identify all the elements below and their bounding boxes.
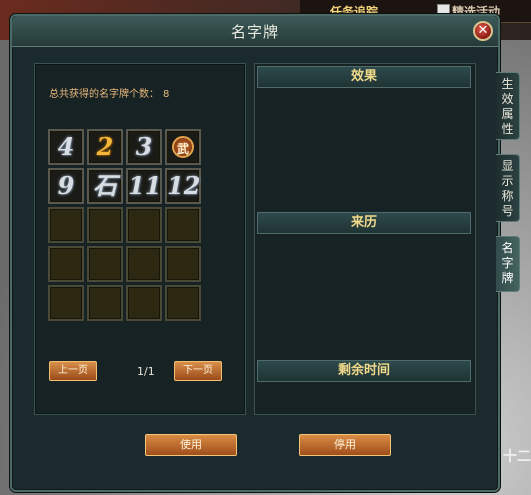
nameplate-icon: 3 xyxy=(135,132,153,161)
count-value: 8 xyxy=(163,89,170,100)
empty-slot[interactable] xyxy=(48,207,84,243)
nameplate-grid: 4 2 3 武 9 石 11 12 xyxy=(48,129,201,321)
window-title: 名字牌 xyxy=(230,23,279,41)
nameplate-slot[interactable]: 9 xyxy=(48,168,84,204)
page-indicator: 1/1 xyxy=(137,365,155,378)
nameplate-slot[interactable]: 3 xyxy=(126,129,162,165)
nameplate-slot[interactable]: 武 xyxy=(165,129,201,165)
next-page-button[interactable]: 下一页 xyxy=(174,361,222,381)
nameplate-slot[interactable]: 11 xyxy=(126,168,162,204)
empty-slot[interactable] xyxy=(126,246,162,282)
nameplate-window: 名字牌 ✕ 总共获得的名字牌个数： 8 4 2 3 武 9 石 11 12 上一页 1/1 下一… xyxy=(10,14,500,492)
empty-slot[interactable] xyxy=(87,285,123,321)
count-label-text: 总共获得的名字牌个数： xyxy=(49,89,159,100)
empty-slot[interactable] xyxy=(48,285,84,321)
nameplate-slot[interactable]: 12 xyxy=(165,168,201,204)
empty-slot[interactable] xyxy=(126,207,162,243)
nameplate-icon: 4 xyxy=(57,132,75,161)
tab-effective-attributes[interactable]: 生效属性 xyxy=(496,72,520,140)
nameplate-slot[interactable]: 石 xyxy=(87,168,123,204)
empty-slot[interactable] xyxy=(165,285,201,321)
empty-slot[interactable] xyxy=(87,207,123,243)
effect-header: 效果 xyxy=(257,66,471,88)
nameplate-icon: 2 xyxy=(96,132,114,161)
disable-button[interactable]: 停用 xyxy=(299,434,391,456)
nameplate-count: 总共获得的名字牌个数： 8 xyxy=(49,85,169,100)
close-icon[interactable]: ✕ xyxy=(473,21,493,41)
empty-slot[interactable] xyxy=(165,207,201,243)
use-button[interactable]: 使用 xyxy=(145,434,237,456)
title-bar[interactable]: 名字牌 ✕ xyxy=(12,16,498,47)
details-panel: 效果 来历 剩余时间 xyxy=(254,63,476,415)
remaining-time-header: 剩余时间 xyxy=(257,360,471,382)
empty-slot[interactable] xyxy=(87,246,123,282)
nameplate-icon: 12 xyxy=(167,171,201,200)
nameplate-icon: 11 xyxy=(128,171,162,200)
nameplate-slot[interactable]: 4 xyxy=(48,129,84,165)
origin-header: 来历 xyxy=(257,212,471,234)
empty-slot[interactable] xyxy=(48,246,84,282)
prev-page-button[interactable]: 上一页 xyxy=(49,361,97,381)
nameplate-icon: 9 xyxy=(57,171,75,200)
corner-label: 十二 xyxy=(503,449,531,465)
nameplate-slot[interactable]: 2 xyxy=(87,129,123,165)
tab-display-title[interactable]: 显示称号 xyxy=(496,154,520,222)
nameplate-icon: 武 xyxy=(172,136,194,158)
empty-slot[interactable] xyxy=(126,285,162,321)
tab-nameplate[interactable]: 名字牌 xyxy=(496,236,520,292)
empty-slot[interactable] xyxy=(165,246,201,282)
nameplate-icon: 石 xyxy=(93,171,117,200)
